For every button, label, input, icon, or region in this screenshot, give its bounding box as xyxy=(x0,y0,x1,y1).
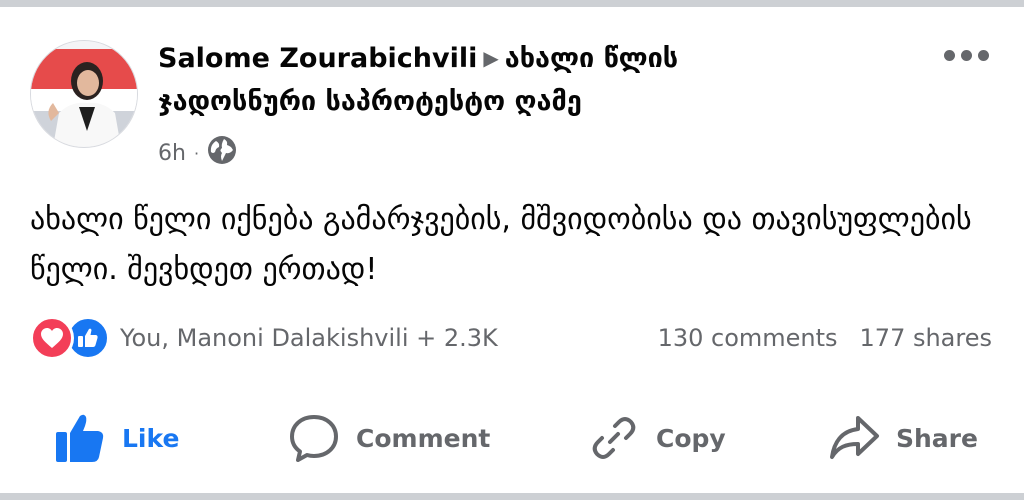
share-icon xyxy=(830,416,879,459)
top-separator xyxy=(0,0,1024,7)
bottom-separator xyxy=(0,493,1024,500)
globe-icon[interactable] xyxy=(207,135,237,171)
post-body-text: ახალი წელი იქნება გამარჯვების, მშვიდობის… xyxy=(30,202,972,287)
reactors-text[interactable]: You, Manoni Dalakishvili + 2.3K xyxy=(120,324,498,352)
action-bar: Like Comment Copy Share xyxy=(0,406,1024,470)
like-button[interactable]: Like xyxy=(54,406,179,470)
profile-photo xyxy=(31,41,137,147)
comments-count[interactable]: 130 comments xyxy=(658,324,838,352)
more-options-icon[interactable] xyxy=(944,50,989,61)
facebook-post: Salome Zourabichvili ▶ ახალი წლის ჯადოსნურ… xyxy=(0,0,1024,500)
share-button[interactable]: Share xyxy=(828,406,978,470)
comment-label: Comment xyxy=(356,423,491,453)
post-meta: 6h · xyxy=(158,135,237,171)
link-icon xyxy=(592,417,636,459)
arrow-right-icon: ▶ xyxy=(483,46,499,70)
copy-label: Copy xyxy=(656,423,726,453)
reactions-summary[interactable]: You, Manoni Dalakishvili + 2.3K xyxy=(30,316,498,360)
post-header-title: Salome Zourabichvili ▶ ახალი წლის ჯადოსნურ… xyxy=(158,38,778,123)
comment-icon xyxy=(290,415,338,462)
love-reaction-icon xyxy=(30,316,74,360)
meta-separator: · xyxy=(193,143,200,163)
author-name[interactable]: Salome Zourabichvili xyxy=(158,43,477,74)
copy-button[interactable]: Copy xyxy=(588,406,726,470)
like-label: Like xyxy=(122,423,180,453)
post-time[interactable]: 6h xyxy=(158,141,186,166)
like-icon xyxy=(56,414,104,462)
comment-button[interactable]: Comment xyxy=(288,406,490,470)
avatar[interactable] xyxy=(30,40,138,148)
engagement-counts: 130 comments 177 shares xyxy=(658,318,992,358)
shares-count[interactable]: 177 shares xyxy=(860,324,992,352)
share-label: Share xyxy=(896,423,978,453)
